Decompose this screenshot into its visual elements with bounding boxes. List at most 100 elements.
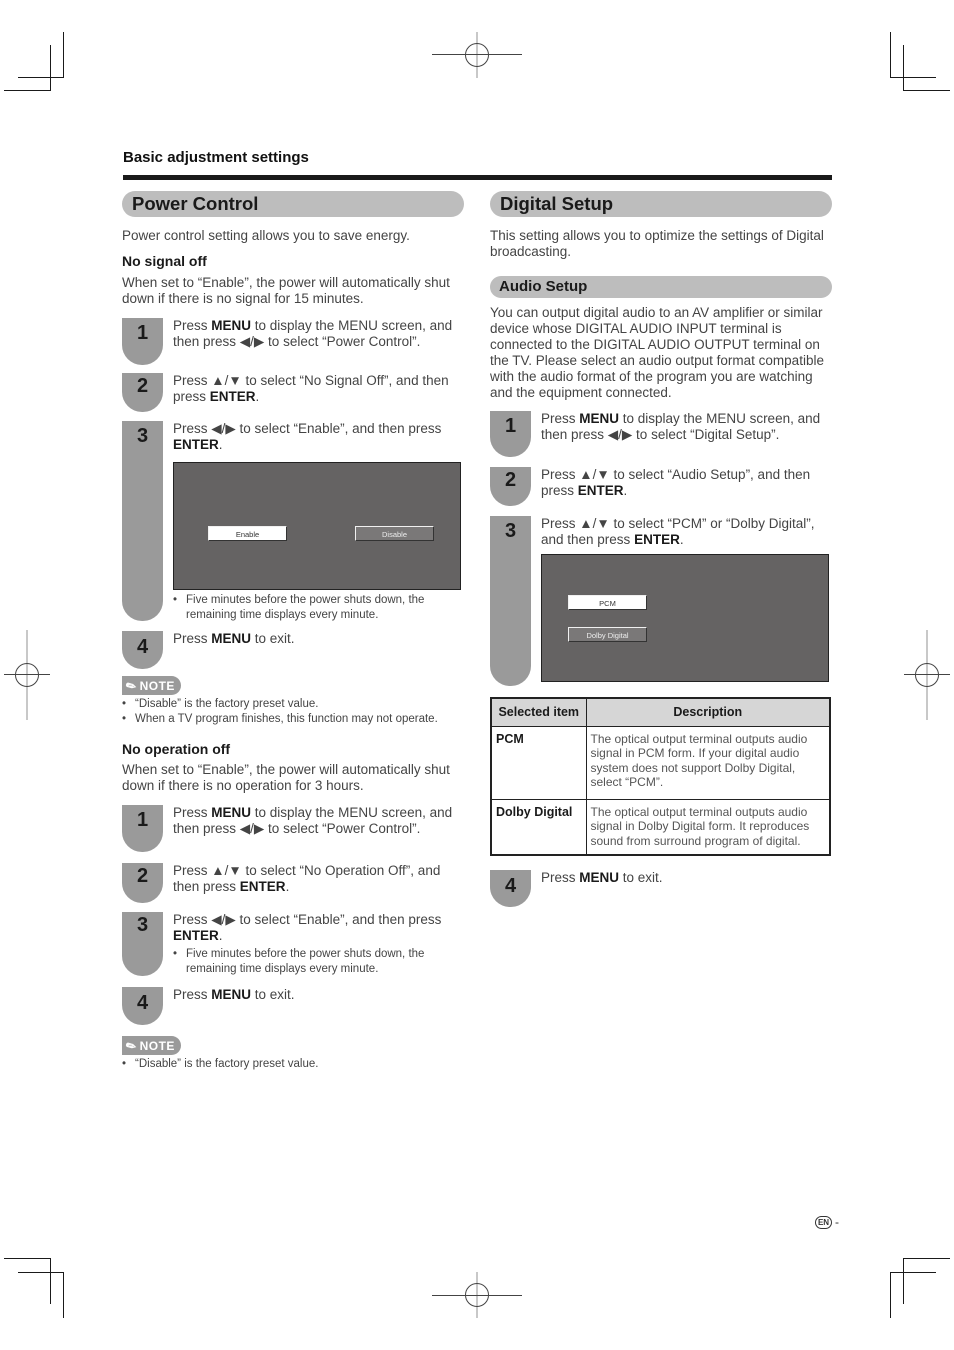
step-4: 4 Press MENU to exit. bbox=[122, 631, 464, 669]
audio-format-table: Selected item Description PCM The optica… bbox=[490, 697, 831, 856]
crop-mark bbox=[904, 1258, 950, 1259]
note-item: • “Disable” is the factory preset value. bbox=[122, 698, 319, 710]
note-block: ✎ NOTE • “Disable” is the factory preset v… bbox=[122, 676, 464, 727]
step-tab: 2 bbox=[490, 467, 531, 506]
step-number: 2 bbox=[136, 865, 149, 887]
no-signal-off-description: When set to “Enable”, the power will aut… bbox=[122, 275, 450, 306]
step-number: 2 bbox=[504, 469, 517, 491]
power-control-title: Power Control bbox=[122, 191, 464, 217]
step-text: Press ▲/▼ to select “Audio Setup”, and t… bbox=[541, 467, 811, 498]
step-bullet: • Five minutes before the power shuts dow… bbox=[173, 948, 425, 975]
enter-key: ENTER bbox=[209, 389, 256, 404]
menu-key: MENU bbox=[211, 987, 252, 1002]
step-number: 4 bbox=[136, 992, 149, 1014]
menu-key: MENU bbox=[211, 318, 252, 333]
crop-mark bbox=[18, 1272, 64, 1273]
crop-mark bbox=[63, 1272, 64, 1318]
step-text: Press MENU to display the MENU screen, a… bbox=[173, 805, 453, 836]
step-text: Press MENU to exit. bbox=[541, 870, 663, 885]
crop-mark bbox=[4, 90, 50, 91]
section-rule bbox=[123, 175, 832, 180]
enable-option[interactable]: Enable bbox=[208, 526, 287, 541]
enter-key: ENTER bbox=[173, 437, 219, 452]
step-4: 4 Press MENU to exit. bbox=[122, 987, 464, 1025]
step-text: Press MENU to display the MENU screen, a… bbox=[173, 318, 453, 349]
step-number: 1 bbox=[136, 322, 149, 344]
step-number: 3 bbox=[136, 914, 149, 936]
dolby-digital-option[interactable]: Dolby Digital bbox=[568, 627, 647, 642]
paperclip-icon: ✎ bbox=[123, 1036, 140, 1055]
digital-setup-title: Digital Setup bbox=[490, 191, 832, 217]
step-text: Press ▲/▼ to select “No Signal Off”, and… bbox=[173, 373, 449, 404]
audio-setup-title: Audio Setup bbox=[490, 276, 832, 298]
table-header-row: Selected item Description bbox=[490, 697, 831, 727]
enter-key: ENTER bbox=[239, 879, 286, 894]
note-badge: ✎ NOTE bbox=[122, 676, 181, 695]
disable-option[interactable]: Disable bbox=[355, 526, 434, 541]
note-item: • “Disable” is the factory preset value. bbox=[122, 1058, 319, 1070]
table-row: Dolby Digital The optical output termina… bbox=[490, 798, 831, 856]
no-operation-off-description: When set to “Enable”, the power will aut… bbox=[122, 762, 450, 793]
step-tab: 4 bbox=[122, 987, 163, 1025]
step-2: 2 Press ▲/▼ to select “No Signal Off”, a… bbox=[122, 373, 464, 412]
table-cell-description: The optical output terminal outputs audi… bbox=[585, 725, 831, 800]
step-number: 3 bbox=[136, 425, 149, 447]
crop-mark bbox=[903, 45, 904, 91]
crop-mark bbox=[18, 77, 64, 78]
step-text: Press MENU to exit. bbox=[173, 631, 295, 646]
tv-screen-preview: PCM Dolby Digital bbox=[541, 554, 829, 682]
crop-mark bbox=[4, 1258, 50, 1259]
step-text: Press ◀/▶ to select “Enable”, and then p… bbox=[163, 912, 464, 976]
no-signal-off-heading: No signal off bbox=[122, 253, 207, 269]
step-3: 3 Press ◀/▶ to select “Enable”, and then… bbox=[122, 912, 464, 976]
step-text: Press ◀/▶ to select “Enable”, and then p… bbox=[163, 421, 464, 621]
step-tab: 2 bbox=[122, 863, 163, 903]
step-1: 1 Press MENU to display the MENU screen,… bbox=[490, 411, 832, 457]
step-number: 3 bbox=[504, 520, 517, 542]
step-tab: 1 bbox=[490, 411, 531, 457]
step-tab: 4 bbox=[122, 631, 163, 669]
step-number: 4 bbox=[136, 636, 149, 658]
enter-key: ENTER bbox=[634, 532, 680, 547]
menu-key: MENU bbox=[579, 870, 620, 885]
step-tab: 3 bbox=[122, 912, 163, 976]
step-tab: 2 bbox=[122, 373, 163, 412]
step-number: 1 bbox=[504, 415, 517, 437]
column-header: Selected item bbox=[490, 697, 587, 727]
step-tab: 3 bbox=[490, 516, 531, 686]
paperclip-icon: ✎ bbox=[123, 676, 140, 695]
menu-key: MENU bbox=[211, 805, 252, 820]
page-number: - bbox=[835, 1215, 839, 1229]
crop-mark bbox=[50, 45, 51, 91]
audio-setup-description: You can output digital audio to an AV am… bbox=[490, 305, 824, 400]
crop-mark bbox=[890, 32, 891, 78]
enter-key: ENTER bbox=[173, 928, 219, 943]
tv-screen-preview: Enable Disable bbox=[173, 462, 461, 590]
table-cell-item: Dolby Digital bbox=[490, 798, 587, 856]
step-2: 2 Press ▲/▼ to select “No Operation Off”… bbox=[122, 863, 464, 903]
table-cell-description: The optical output terminal outputs audi… bbox=[585, 798, 831, 856]
step-3: 3 Press ▲/▼ to select “PCM” or “Dolby Di… bbox=[490, 516, 832, 686]
crop-mark bbox=[890, 1272, 891, 1318]
pcm-option[interactable]: PCM bbox=[568, 595, 647, 610]
crop-mark bbox=[890, 1272, 936, 1273]
crop-mark bbox=[904, 90, 950, 91]
step-tab: 3 bbox=[122, 421, 163, 621]
menu-key: MENU bbox=[579, 411, 620, 426]
step-number: 4 bbox=[504, 875, 517, 897]
step-tab: 1 bbox=[122, 805, 163, 852]
table-row: PCM The optical output terminal outputs … bbox=[490, 725, 831, 800]
column-header: Description bbox=[585, 697, 831, 727]
crop-mark bbox=[890, 77, 936, 78]
crop-mark bbox=[63, 32, 64, 78]
step-3: 3 Press ◀/▶ to select “Enable”, and then… bbox=[122, 421, 464, 621]
menu-key: MENU bbox=[211, 631, 252, 646]
page-footer: EN - bbox=[815, 1215, 839, 1229]
note-item: • When a TV program finishes, this functi… bbox=[122, 713, 438, 725]
power-control-section: Power Control Power control setting allo… bbox=[122, 191, 464, 1072]
step-tab: 1 bbox=[122, 318, 163, 365]
step-4: 4 Press MENU to exit. bbox=[490, 870, 832, 907]
step-number: 1 bbox=[136, 809, 149, 831]
enter-key: ENTER bbox=[577, 483, 624, 498]
step-text: Press ▲/▼ to select “No Operation Off”, … bbox=[173, 863, 441, 894]
